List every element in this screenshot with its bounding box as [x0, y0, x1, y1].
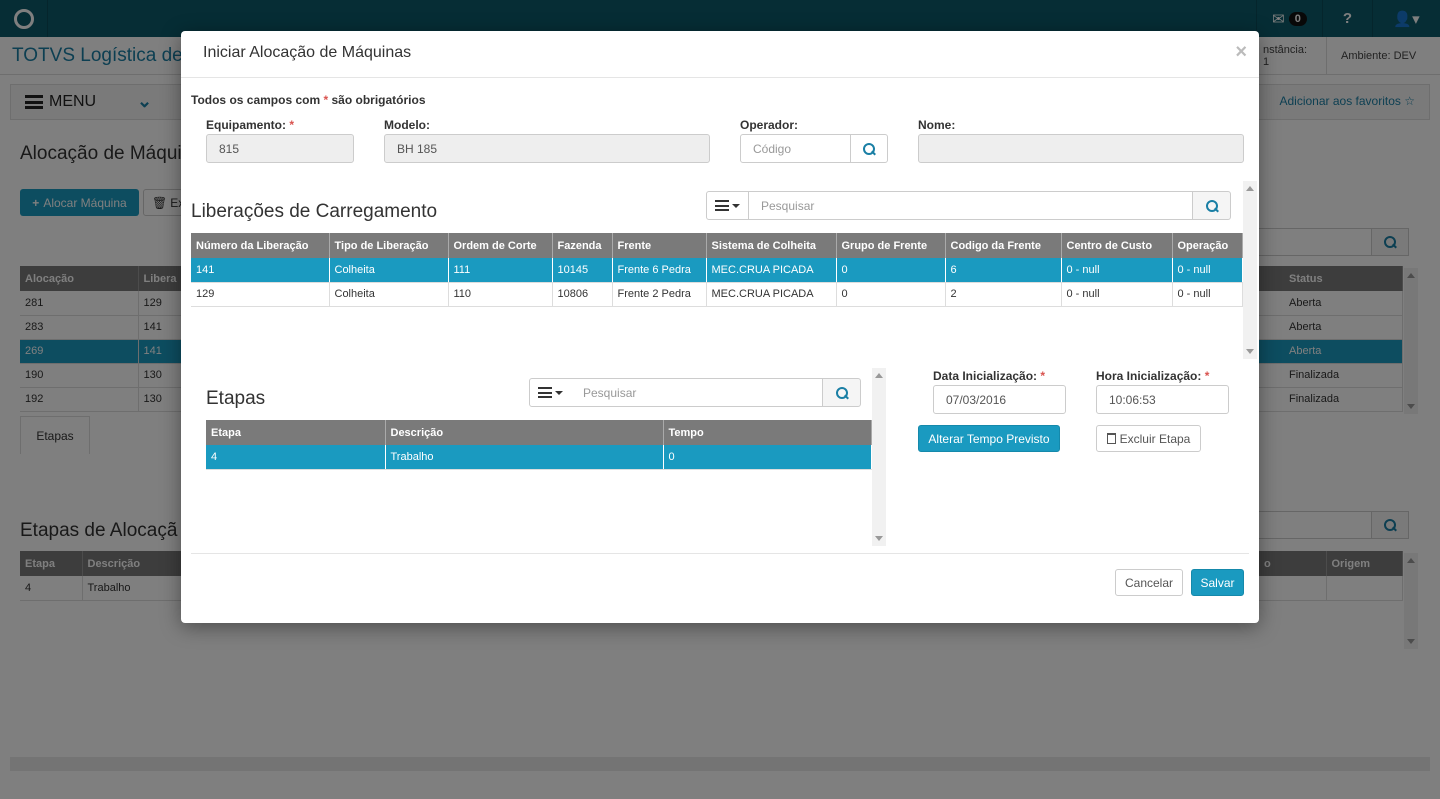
search-icon	[1205, 199, 1218, 212]
etapas-title: Etapas	[206, 388, 266, 409]
column-header[interactable]: Tempo	[663, 420, 872, 445]
table-row[interactable]: 129 Colheita 110 10806 Frente 2 Pedra ME…	[191, 282, 1243, 307]
required-fields-note: Todos os campos com * são obrigatórios	[191, 93, 426, 107]
etapas-table: Etapa Descrição Tempo 4 Trabalho 0	[206, 420, 872, 470]
column-header[interactable]: Descrição	[385, 420, 664, 445]
table-cell: 6	[945, 258, 1062, 283]
table-cell: Frente 6 Pedra	[612, 258, 707, 283]
equipamento-label: Equipamento: *	[206, 118, 294, 132]
data-inicializacao-label-text: Data Inicialização:	[933, 369, 1038, 383]
nome-field[interactable]	[918, 134, 1244, 163]
equipamento-label-text: Equipamento:	[206, 118, 286, 132]
hora-inicializacao-label-text: Hora Inicialização:	[1096, 369, 1202, 383]
table-cell: 0 - null	[1061, 258, 1173, 283]
required-asterisk: *	[323, 93, 329, 107]
modelo-field[interactable]: BH 185	[384, 134, 710, 163]
required-asterisk: *	[1204, 369, 1210, 383]
column-header[interactable]: Centro de Custo	[1061, 233, 1173, 258]
table-cell: MEC.CRUA PICADA	[706, 258, 837, 283]
save-button[interactable]: Salvar	[1191, 569, 1244, 596]
search-icon	[835, 386, 848, 399]
excluir-etapa-button[interactable]: Excluir Etapa	[1096, 425, 1201, 452]
table-cell: 10145	[552, 258, 613, 283]
list-icon	[538, 387, 552, 398]
column-header[interactable]: Operação	[1172, 233, 1243, 258]
column-header[interactable]: Ordem de Corte	[448, 233, 553, 258]
close-icon[interactable]: ×	[1235, 41, 1247, 64]
etapas-search-button[interactable]	[822, 378, 861, 407]
nome-label: Nome:	[918, 118, 956, 132]
table-row[interactable]: 141 Colheita 111 10145 Frente 6 Pedra ME…	[191, 258, 1243, 283]
liberacoes-title: Liberações de Carregamento	[191, 201, 438, 222]
table-cell: 0 - null	[1061, 282, 1173, 307]
required-note-prefix: Todos os campos com	[191, 93, 321, 107]
column-header[interactable]: Número da Liberação	[191, 233, 330, 258]
operador-label: Operador:	[740, 118, 799, 132]
hora-inicializacao-label: Hora Inicialização: *	[1096, 369, 1209, 383]
etapas-modal-scrollbar[interactable]	[872, 368, 886, 546]
table-cell: 0 - null	[1172, 282, 1243, 307]
table-cell: Frente 2 Pedra	[612, 282, 707, 307]
table-cell: 0	[663, 445, 872, 470]
table-cell: 4	[206, 445, 386, 470]
table-cell: Colheita	[329, 258, 449, 283]
table-cell: 0	[836, 258, 946, 283]
liberacoes-table: Número da Liberação Tipo de Liberação Or…	[191, 233, 1243, 307]
caret-down-icon	[555, 390, 563, 395]
required-asterisk: *	[1040, 369, 1046, 383]
table-cell: 10806	[552, 282, 613, 307]
equipamento-field[interactable]: 815	[206, 134, 354, 163]
table-cell: MEC.CRUA PICADA	[706, 282, 837, 307]
etapas-search-input[interactable]: Pesquisar	[571, 378, 823, 407]
column-header[interactable]: Etapa	[206, 420, 386, 445]
hora-inicializacao-input[interactable]: 10:06:53	[1096, 385, 1229, 414]
table-cell: 141	[191, 258, 330, 283]
alterar-tempo-previsto-button[interactable]: Alterar Tempo Previsto	[918, 425, 1060, 452]
liberacoes-scrollbar[interactable]	[1243, 181, 1257, 359]
table-cell: 110	[448, 282, 553, 307]
iniciar-alocacao-modal: Iniciar Alocação de Máquinas × Todos os …	[181, 31, 1259, 623]
column-header[interactable]: Tipo de Liberação	[329, 233, 449, 258]
operador-codigo-input[interactable]: Código	[740, 134, 851, 163]
liberacoes-column-menu-button[interactable]	[706, 191, 749, 220]
required-asterisk: *	[289, 118, 295, 132]
table-cell: 0 - null	[1172, 258, 1243, 283]
table-cell: Colheita	[329, 282, 449, 307]
caret-down-icon	[732, 203, 740, 208]
search-icon	[863, 142, 875, 155]
operador-search-button[interactable]	[850, 134, 888, 163]
modal-header: Iniciar Alocação de Máquinas ×	[181, 31, 1259, 78]
liberacoes-search-button[interactable]	[1192, 191, 1231, 220]
data-inicializacao-label: Data Inicialização: *	[933, 369, 1045, 383]
column-header[interactable]: Frente	[612, 233, 707, 258]
table-row[interactable]: 4 Trabalho 0	[206, 445, 872, 470]
column-header[interactable]: Fazenda	[552, 233, 613, 258]
column-header[interactable]: Codigo da Frente	[945, 233, 1062, 258]
modal-title: Iniciar Alocação de Máquinas	[203, 44, 412, 61]
table-cell: 129	[191, 282, 330, 307]
list-icon	[715, 200, 729, 211]
table-cell: 2	[945, 282, 1062, 307]
data-inicializacao-input[interactable]: 07/03/2016	[933, 385, 1066, 414]
modal-footer-divider	[191, 553, 1249, 554]
excluir-etapa-label: Excluir Etapa	[1119, 431, 1191, 446]
column-header[interactable]: Sistema de Colheita	[706, 233, 837, 258]
table-cell: 0	[836, 282, 946, 307]
etapas-column-menu-button[interactable]	[529, 378, 572, 407]
modelo-label: Modelo:	[384, 118, 430, 132]
column-header[interactable]: Grupo de Frente	[836, 233, 946, 258]
table-cell: 111	[448, 258, 553, 283]
table-cell: Trabalho	[385, 445, 664, 470]
trash-icon	[1106, 433, 1116, 444]
liberacoes-search-input[interactable]: Pesquisar	[749, 191, 1193, 220]
cancel-button[interactable]: Cancelar	[1115, 569, 1183, 596]
required-note-suffix: são obrigatórios	[331, 93, 426, 107]
